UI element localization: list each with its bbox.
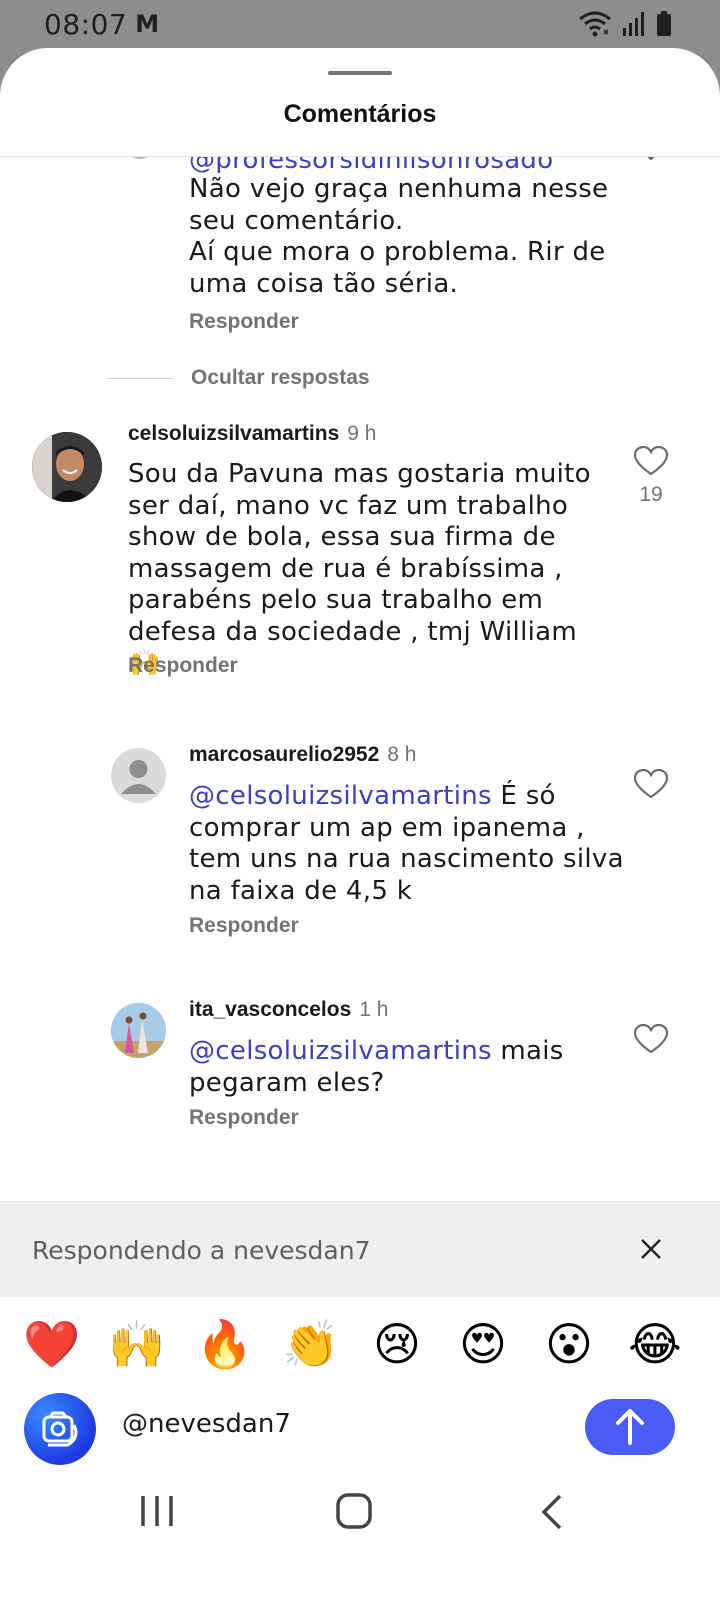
avatar[interactable] (111, 748, 166, 803)
chevron-down-icon[interactable] (643, 157, 659, 163)
emoji-crying-button[interactable]: 😢 (369, 1316, 425, 1372)
timestamp: 1 h (359, 998, 389, 1021)
divider-line (108, 377, 173, 379)
comment-line: seu comentário. (189, 205, 404, 236)
home-icon[interactable] (336, 1492, 372, 1530)
comment-line: @celsoluizsilvamartins É só (189, 781, 629, 813)
sheet-title: Comentários (283, 100, 437, 128)
wifi-icon (579, 11, 611, 37)
reply-button[interactable]: Responder (189, 1106, 299, 1130)
like-count: 19 (639, 483, 663, 506)
profile-photo (111, 1003, 166, 1058)
emoji-quick-bar: ❤️ 🙌 🔥 👏 😢 😍 😮 😂 (0, 1316, 720, 1376)
hide-replies-label: Ocultar respostas (191, 366, 370, 389)
emoji-heart-button[interactable]: ❤️ (23, 1316, 80, 1372)
default-avatar-icon (121, 760, 156, 794)
partial-mention-wrap: @professorsidinilsonrosado (189, 157, 669, 173)
status-bar: 08:07 M (0, 0, 720, 48)
partial-comment: @professorsidinilsonrosado Não vejo graç… (0, 157, 720, 367)
mention-link[interactable]: @professorsidinilsonrosado (189, 157, 553, 173)
timestamp: 9 h (347, 422, 377, 445)
username[interactable]: marcosaurelio2952 (189, 743, 379, 766)
like-column (621, 1023, 681, 1059)
recent-apps-icon[interactable] (140, 1494, 174, 1528)
comment-line: Sou da Pavuna mas gostaria muito (128, 459, 591, 489)
emoji-heart-eyes-button[interactable]: 😍 (455, 1316, 511, 1372)
comment-line: tem uns na rua nascimento silva (189, 844, 624, 874)
reply-item: marcosaurelio2952 8 h @celsoluizsilvamart… (0, 743, 720, 983)
avatar[interactable] (32, 432, 102, 502)
username[interactable]: ita_vasconcelos (189, 998, 351, 1021)
battery-icon (657, 11, 671, 36)
comment-line: Aí que mora o problema. Rir de (189, 237, 606, 267)
emoji-surprised-button[interactable]: 😮 (541, 1316, 597, 1372)
comment-text-segment: É só (491, 781, 556, 811)
avatar[interactable] (111, 1003, 166, 1058)
profile-photo (32, 432, 102, 502)
comment-header: ita_vasconcelos 1 h (189, 998, 388, 1022)
comments-sheet: Comentários @professorsidinilsonrosado N… (0, 48, 720, 1600)
comment-line: Não vejo graça nenhuma nesse (189, 174, 609, 204)
comment-body: @celsoluizsilvamartins mais pegaram eles… (189, 1036, 629, 1099)
emoji-raising-hands-button[interactable]: 🙌 (108, 1316, 165, 1372)
gmail-icon: M (135, 10, 160, 38)
heart-icon[interactable] (633, 1023, 669, 1054)
camera-icon (42, 1411, 78, 1447)
comment-item: celsoluizsilvamartins 9 h Sou da Pavuna m… (0, 422, 720, 722)
comment-header: celsoluizsilvamartins 9 h (128, 422, 376, 446)
reply-button[interactable]: Responder (189, 310, 299, 334)
heart-icon[interactable] (633, 768, 669, 799)
replying-to-text: Respondendo a nevesdan7 (32, 1236, 371, 1265)
hide-replies-button[interactable]: Ocultar respostas (108, 366, 370, 390)
timestamp: 8 h (387, 743, 417, 766)
comment-input-row (0, 1391, 720, 1467)
comment-text-segment: mais (491, 1036, 564, 1066)
status-time: 08:07 (44, 7, 128, 41)
comment-line: na faixa de 4,5 k (189, 875, 413, 906)
comment-line: parabéns pelo sua trabalho em (128, 585, 544, 615)
like-column (621, 768, 681, 804)
status-icons (578, 10, 672, 38)
replying-to-bar: Respondendo a nevesdan7 (0, 1201, 720, 1297)
comment-line: @celsoluizsilvamartins mais (189, 1036, 629, 1068)
comment-line: show de bola, essa sua firma de (128, 522, 556, 552)
heart-icon[interactable] (633, 445, 669, 476)
reply-button[interactable]: Responder (128, 654, 238, 678)
like-column: 19 (621, 445, 681, 507)
camera-button[interactable] (24, 1393, 96, 1465)
comment-line: uma coisa tão séria. (189, 268, 459, 299)
username[interactable]: celsoluizsilvamartins (128, 422, 339, 445)
emoji-fire-button[interactable]: 🔥 (196, 1316, 253, 1372)
drag-handle[interactable] (328, 71, 392, 75)
comment-line: ser daí, mano vc faz um trabalho (128, 490, 569, 521)
comment-input[interactable] (122, 1409, 542, 1439)
reply-item: ita_vasconcelos 1 h @celsoluizsilvamartin… (0, 998, 720, 1198)
comment-line: pegaram eles? (189, 1067, 385, 1098)
close-icon[interactable] (640, 1238, 662, 1260)
send-button[interactable] (585, 1399, 675, 1455)
comment-header: marcosaurelio2952 8 h (189, 743, 417, 767)
emoji-laughing-button[interactable]: 😂 (627, 1316, 683, 1372)
avatar[interactable] (122, 157, 158, 159)
comment-body: @celsoluizsilvamartins É só comprar um a… (189, 781, 629, 907)
arrow-up-icon (616, 1409, 644, 1445)
back-icon[interactable] (540, 1494, 564, 1530)
mention-link[interactable]: @celsoluizsilvamartins (189, 781, 492, 811)
comments-list[interactable]: @professorsidinilsonrosado Não vejo graç… (0, 157, 720, 1249)
comment-body: Não vejo graça nenhuma nesse seu comentá… (189, 174, 669, 300)
emoji-clap-button[interactable]: 👏 (282, 1316, 339, 1372)
signal-icon (623, 12, 644, 36)
reply-button[interactable]: Responder (189, 914, 299, 938)
navigation-bar (0, 1488, 720, 1558)
mention-link[interactable]: @celsoluizsilvamartins (189, 1036, 492, 1066)
comment-body: Sou da Pavuna mas gostaria muito ser daí… (128, 459, 608, 680)
comment-line: comprar um ap em ipanema , (189, 812, 585, 843)
comment-line: massagem de rua é brabíssima , (128, 553, 563, 584)
